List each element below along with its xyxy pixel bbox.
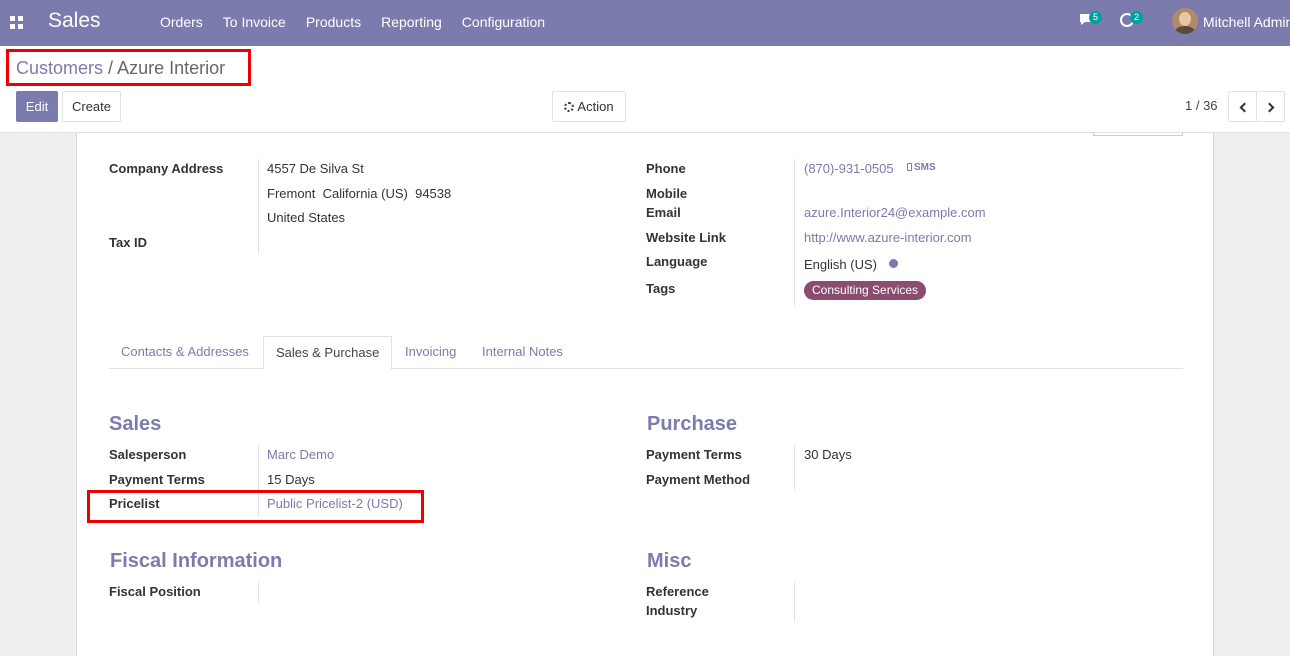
menu-configuration[interactable]: Configuration [452, 14, 555, 30]
sales-payment-terms-label: Payment Terms [109, 472, 205, 487]
payment-method-label: Payment Method [646, 472, 751, 487]
purchase-section-title: Purchase [647, 413, 738, 435]
pager-previous-button[interactable] [1228, 91, 1257, 122]
fiscal-section-title: Fiscal Information [110, 550, 283, 572]
sms-button[interactable]: SMS [907, 162, 936, 173]
street-field: 4557 De Silva St [267, 161, 364, 176]
activities-badge: 2 [1130, 11, 1143, 24]
purchase-payment-terms-field: 30 Days [804, 447, 852, 462]
tab-internal-notes[interactable]: Internal Notes [470, 336, 575, 370]
divider [258, 159, 259, 254]
divider [794, 445, 795, 490]
smart-button-edge [1093, 132, 1183, 136]
control-panel: Customers / Azure Interior Edit Create A… [0, 46, 1290, 133]
tax-id-label: Tax ID [109, 235, 148, 250]
reference-label: Reference [646, 584, 709, 599]
tag-badge: Consulting Services [804, 281, 927, 300]
chevron-left-icon [1239, 102, 1249, 113]
breadcrumb-highlight [6, 49, 251, 86]
email-link[interactable]: azure.Interior24@example.com [804, 205, 986, 220]
salesperson-link[interactable]: Marc Demo [267, 447, 334, 462]
divider [258, 582, 259, 603]
country-field: United States [267, 210, 346, 225]
pricelist-highlight [87, 490, 424, 523]
app-name[interactable]: Sales [48, 9, 101, 33]
create-button[interactable]: Create [62, 91, 121, 122]
purchase-payment-terms-label: Payment Terms [646, 447, 742, 462]
tab-invoicing[interactable]: Invoicing [393, 336, 468, 370]
action-button[interactable]: Action [552, 91, 626, 122]
sales-payment-terms-field: 15 Days [267, 472, 315, 487]
tab-sales-purchase[interactable]: Sales & Purchase [263, 336, 393, 370]
fiscal-position-label: Fiscal Position [109, 584, 201, 599]
language-label: Language [646, 254, 708, 269]
apps-menu-icon[interactable] [10, 16, 23, 29]
divider [794, 159, 795, 306]
top-navbar: Sales Orders To Invoice Products Reporti… [0, 0, 1290, 46]
action-label: Action [577, 99, 614, 114]
phone-link[interactable]: (870)-931-0505 [804, 161, 894, 176]
tab-contacts-addresses[interactable]: Contacts & Addresses [109, 336, 261, 370]
mobile-label: Mobile [646, 186, 688, 201]
menu-reporting[interactable]: Reporting [371, 14, 452, 30]
messages-badge: 5 [1089, 11, 1102, 24]
phone-label: Phone [646, 161, 686, 176]
menu-orders[interactable]: Orders [150, 14, 213, 30]
form-sheet: Company Address 4557 De Silva St Fremont… [76, 132, 1214, 656]
menu-products[interactable]: Products [296, 14, 371, 30]
city-line-field: Fremont California (US) 94538 [267, 186, 452, 201]
main-menu: Orders To Invoice Products Reporting Con… [150, 14, 555, 30]
globe-icon[interactable] [889, 259, 898, 268]
sms-label: SMS [914, 162, 936, 173]
salesperson-label: Salesperson [109, 447, 187, 462]
tags-label: Tags [646, 281, 676, 296]
mobile-icon [907, 163, 912, 171]
company-address-label: Company Address [109, 161, 224, 176]
avatar[interactable] [1172, 8, 1198, 34]
pager-value[interactable]: 1 / 36 [1185, 98, 1218, 113]
user-menu[interactable]: Mitchell Admin [1203, 14, 1290, 30]
gear-icon [564, 102, 575, 112]
divider [794, 582, 795, 622]
chevron-right-icon [1264, 102, 1274, 113]
notebook-tabs: Contacts & Addresses Sales & Purchase In… [109, 336, 1183, 370]
misc-section-title: Misc [647, 550, 692, 572]
edit-button[interactable]: Edit [16, 91, 58, 122]
website-label: Website Link [646, 230, 726, 245]
email-label: Email [646, 205, 681, 220]
language-field: English (US) [804, 257, 877, 272]
pager-next-button[interactable] [1256, 91, 1285, 122]
menu-to-invoice[interactable]: To Invoice [213, 14, 296, 30]
sales-section-title: Sales [109, 413, 162, 435]
industry-label: Industry [646, 603, 698, 618]
website-link[interactable]: http://www.azure-interior.com [804, 230, 972, 245]
